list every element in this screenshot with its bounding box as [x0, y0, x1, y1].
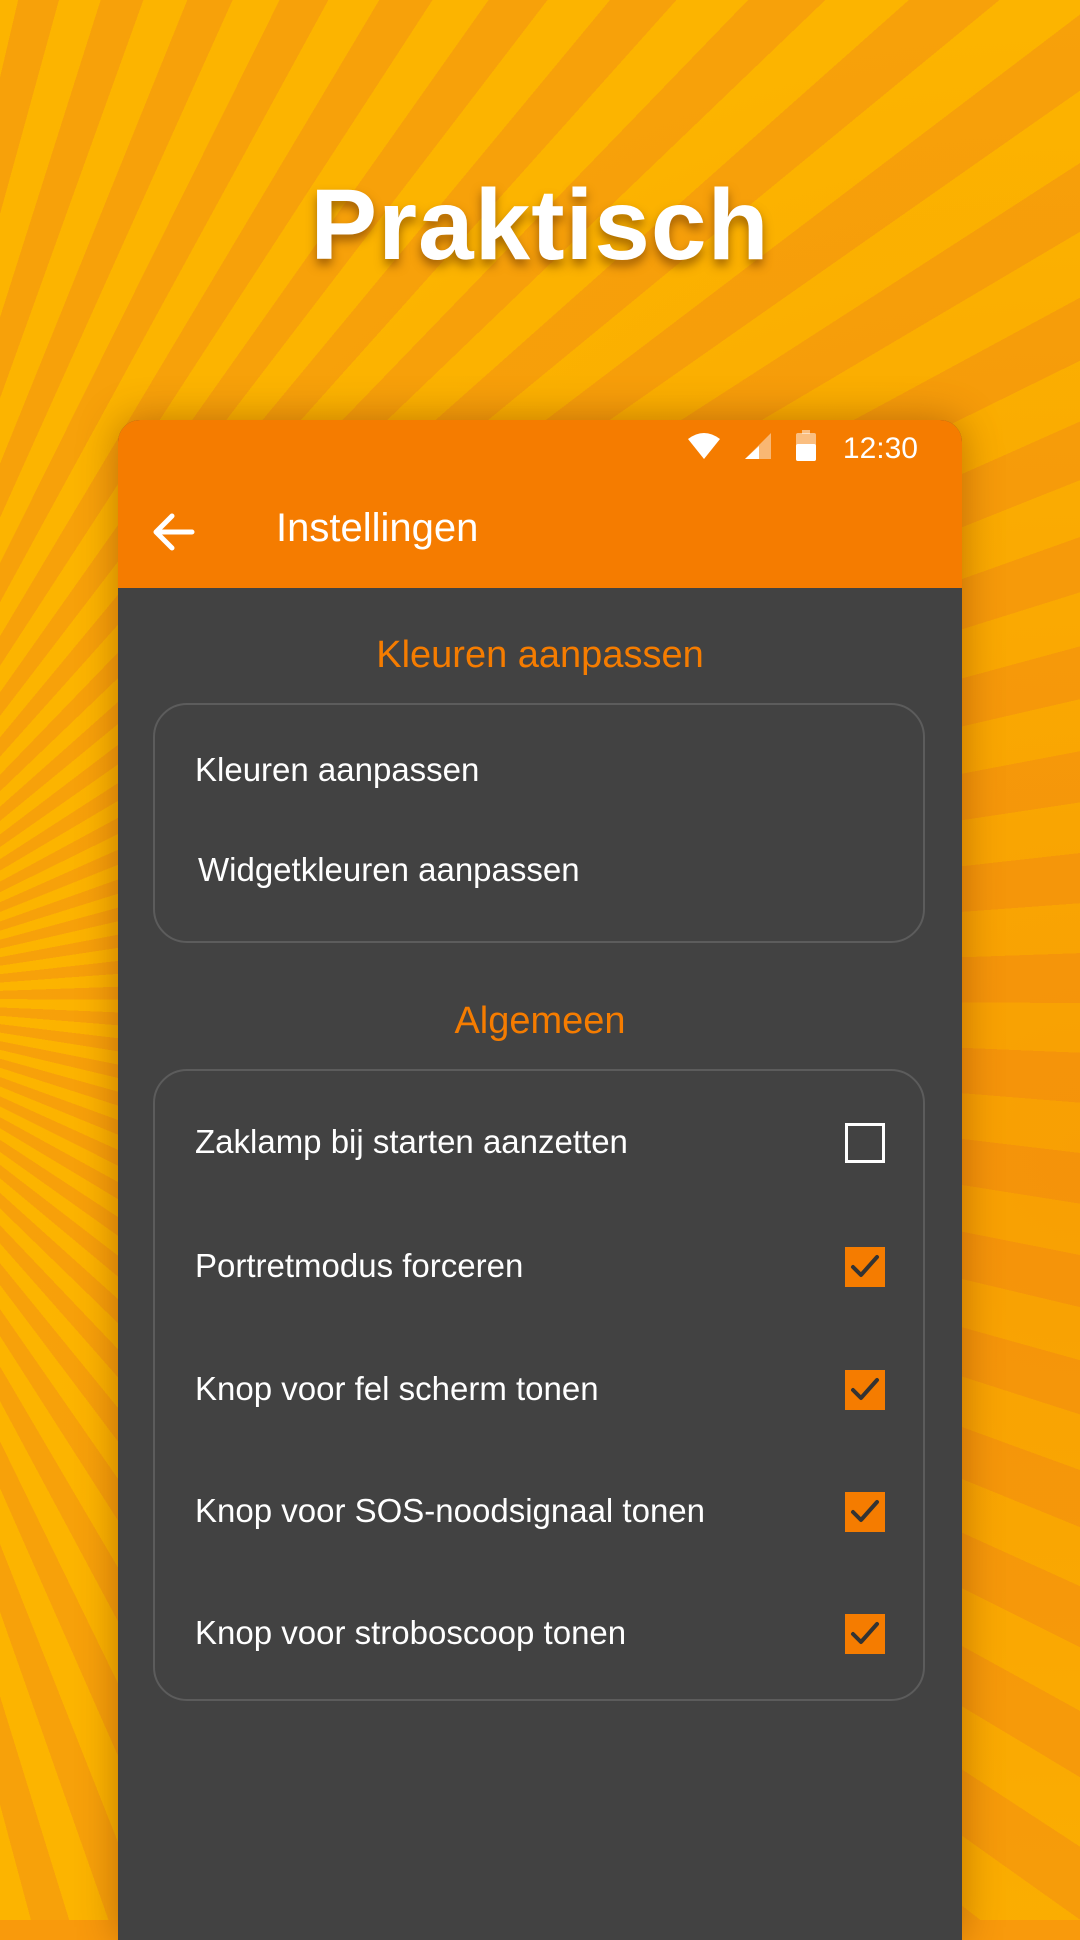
option-row-bright-screen-button[interactable]: Knop voor fel scherm tonen — [155, 1352, 923, 1432]
arrow-left-icon[interactable] — [152, 510, 196, 554]
battery-icon — [795, 430, 817, 467]
checkbox-sos-button[interactable] — [845, 1492, 885, 1532]
app-bar-title: Instellingen — [276, 506, 479, 550]
promo-headline: Praktisch — [310, 169, 770, 281]
option-label: Knop voor SOS-noodsignaal tonen — [195, 1492, 706, 1529]
option-row-force-portrait[interactable]: Portretmodus forceren — [155, 1229, 923, 1309]
option-label: Portretmodus forceren — [195, 1247, 524, 1284]
status-icons: 12:30 — [687, 430, 918, 467]
wifi-icon — [687, 431, 721, 466]
phone-screen: 12:30 Instellingen Kleuren aanpassen Kle… — [118, 420, 962, 1940]
status-time: 12:30 — [842, 431, 918, 465]
app-bar: Instellingen — [118, 476, 962, 588]
checkbox-strobe-button[interactable] — [845, 1614, 885, 1654]
checkbox-flashlight-on-start[interactable] — [845, 1123, 885, 1163]
checkmark-icon — [851, 1622, 879, 1644]
option-row-sos-button[interactable]: Knop voor SOS-noodsignaal tonen — [155, 1474, 923, 1554]
colors-card: Kleuren aanpassen Widgetkleuren aanpasse… — [153, 703, 925, 943]
checkbox-bright-screen-button[interactable] — [845, 1370, 885, 1410]
checkbox-force-portrait[interactable] — [845, 1247, 885, 1287]
checkmark-icon — [851, 1255, 879, 1277]
checkmark-icon — [851, 1378, 879, 1400]
option-label: Zaklamp bij starten aanzetten — [195, 1123, 628, 1160]
general-card: Zaklamp bij starten aanzetten Portretmod… — [153, 1069, 925, 1701]
option-label: Knop voor stroboscoop tonen — [195, 1614, 627, 1651]
section-title-colors: Kleuren aanpassen — [376, 634, 704, 676]
cell-signal-icon — [743, 431, 773, 466]
option-row-flashlight-on-start[interactable]: Zaklamp bij starten aanzetten — [155, 1105, 923, 1185]
customize-widget-colors-item[interactable]: Widgetkleuren aanpassen — [198, 851, 580, 889]
status-bar: 12:30 — [118, 420, 962, 476]
checkmark-icon — [851, 1500, 879, 1522]
option-label: Knop voor fel scherm tonen — [195, 1370, 599, 1407]
section-title-general: Algemeen — [454, 1000, 626, 1042]
customize-colors-item[interactable]: Kleuren aanpassen — [195, 751, 479, 789]
option-row-strobe-button[interactable]: Knop voor stroboscoop tonen — [155, 1596, 923, 1676]
